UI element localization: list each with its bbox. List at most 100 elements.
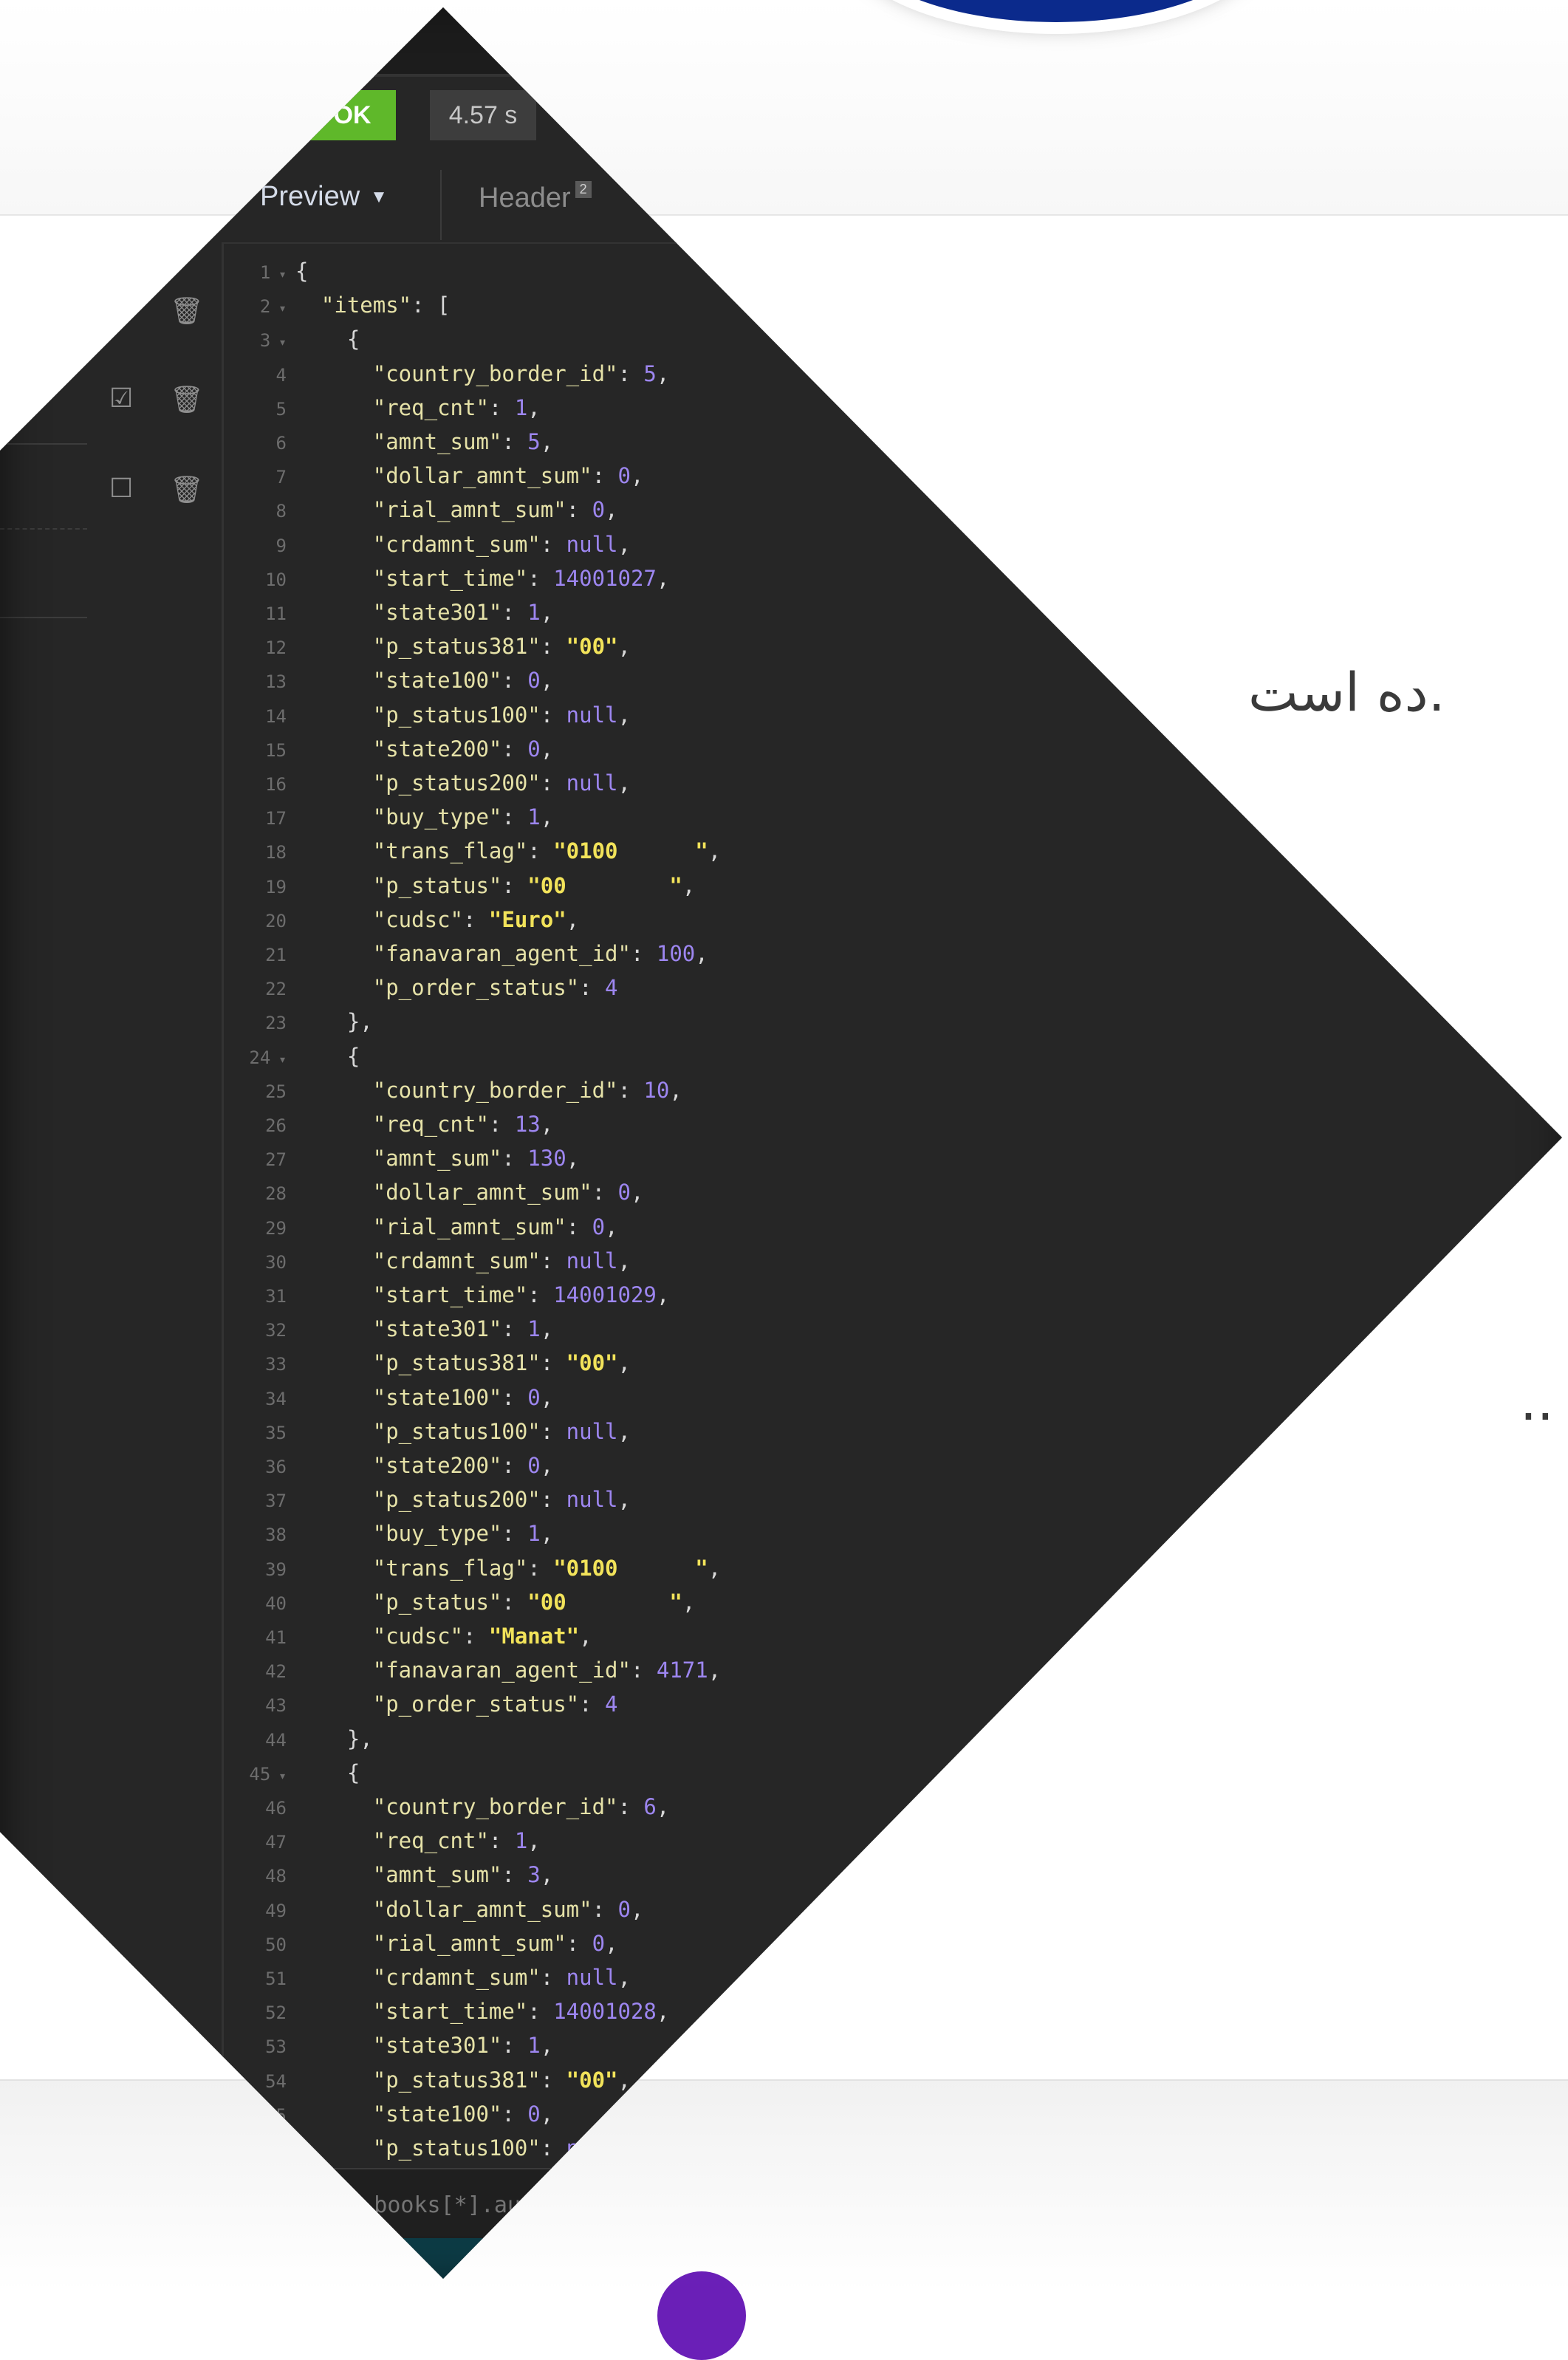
line-number: 50 xyxy=(265,1934,287,1955)
trash-icon[interactable]: 🗑 xyxy=(170,386,204,414)
line-number: 34 xyxy=(265,1388,287,1409)
line-number: 7 xyxy=(275,467,287,488)
code-line: 4 "country_border_id": 5, xyxy=(225,357,670,391)
code-text: "p_status381": "00", xyxy=(372,634,631,660)
code-text: { xyxy=(295,259,309,284)
code-line: 19 "p_status": "00 ", xyxy=(225,869,695,903)
line-number: 27 xyxy=(265,1149,287,1171)
code-text: "country_border_id": 10, xyxy=(372,1077,682,1103)
trash-icon[interactable]: 🗑 xyxy=(170,297,204,325)
code-line: 42 "fanavaran_agent_id": 4171, xyxy=(225,1653,721,1687)
line-number: 25 xyxy=(265,1081,287,1102)
line-number: 51 xyxy=(265,1969,287,1989)
code-line: 44 }, xyxy=(225,1722,373,1756)
tab-preview-label: Preview xyxy=(260,181,360,212)
list-divider xyxy=(0,617,87,618)
code-line: 52 "start_time": 14001028, xyxy=(225,1994,669,2028)
line-number: 14 xyxy=(265,705,287,727)
fold-arrow-icon[interactable]: ▾ xyxy=(270,335,287,350)
chevron-down-icon: ▼ xyxy=(370,187,388,207)
tab-divider xyxy=(440,170,442,240)
code-line: 46 "country_border_id": 6, xyxy=(225,1790,669,1824)
code-line: 11 "state301": 1, xyxy=(225,595,553,629)
line-number: 13 xyxy=(265,671,287,693)
list-divider xyxy=(0,355,87,356)
line-number: 2 ▾ xyxy=(259,296,287,318)
code-text: "dollar_amnt_sum": 0, xyxy=(372,1896,644,1922)
code-text: "country_border_id": 5, xyxy=(372,360,670,386)
code-line: 10 "start_time": 14001027, xyxy=(225,561,669,595)
page-header-band xyxy=(0,0,1568,216)
line-number: 19 xyxy=(265,876,287,897)
checked-checkbox-icon[interactable]: ☑ xyxy=(109,385,134,411)
json-response-editor[interactable]: 1 ▾{2 ▾ "items": [3 ▾ {4 "country_border… xyxy=(225,251,1562,2161)
unchecked-checkbox-icon[interactable]: ☐ xyxy=(109,475,134,502)
code-line: 37 "p_status200": null, xyxy=(225,1482,631,1516)
code-line: 8 "rial_amnt_sum": 0, xyxy=(225,493,618,527)
line-number: 35 xyxy=(265,1422,287,1443)
code-line: 40 "p_status": "00 ", xyxy=(225,1585,695,1619)
code-text: "req_cnt": 1, xyxy=(372,1828,541,1854)
checked-checkbox-icon[interactable]: ☑ xyxy=(109,296,134,323)
code-text: "p_order_status": 4 xyxy=(372,1692,618,1717)
line-number: 44 xyxy=(265,1729,287,1751)
line-number: 16 xyxy=(265,774,287,795)
code-line: 12 "p_status381": "00", xyxy=(225,629,631,663)
code-text: "p_status200": null, xyxy=(372,1487,631,1513)
code-line: 50 "rial_amnt_sum": 0, xyxy=(225,1926,617,1960)
code-text: "p_status200": null, xyxy=(372,770,631,796)
code-line: 2 ▾ "items": [ xyxy=(225,288,451,322)
code-line: 45 ▾ { xyxy=(225,1756,360,1790)
code-line: 3 ▾ { xyxy=(225,322,360,356)
line-number: 42 xyxy=(265,1661,287,1683)
code-text: "amnt_sum": 5, xyxy=(372,429,554,454)
tab-preview[interactable]: Preview ▼ xyxy=(260,181,388,213)
tab-header-label: Header xyxy=(479,182,571,213)
code-line: 18 "trans_flag": "0100 ", xyxy=(225,834,721,868)
line-number: 49 xyxy=(265,1900,287,1921)
line-number: 29 xyxy=(265,1217,287,1239)
code-text: { xyxy=(346,326,360,352)
line-number: 46 xyxy=(265,1798,287,1819)
code-text: "p_status100": null, xyxy=(372,1418,631,1444)
line-number: 48 xyxy=(265,1866,287,1887)
code-text: "state301": 1, xyxy=(372,2033,554,2059)
line-number: 32 xyxy=(265,1320,287,1341)
code-text: "amnt_sum": 130, xyxy=(372,1146,580,1172)
code-text: "p_order_status": 4 xyxy=(372,975,618,1001)
code-text: "start_time": 14001028, xyxy=(372,1999,670,2025)
line-number: 11 xyxy=(265,603,287,624)
code-line: 14 "p_status100": null, xyxy=(225,698,631,732)
tab-header[interactable]: Header 2 xyxy=(479,181,592,214)
line-number: 33 xyxy=(265,1354,287,1375)
line-number: 22 xyxy=(265,979,287,1000)
fold-arrow-icon[interactable]: ▾ xyxy=(270,1052,287,1067)
code-line: 6 "amnt_sum": 5, xyxy=(225,425,554,459)
line-number: 5 xyxy=(275,398,287,420)
trash-icon[interactable]: 🗑 xyxy=(170,476,204,504)
line-number: 43 xyxy=(265,1695,287,1717)
code-line: 16 "p_status200": null, xyxy=(225,766,631,800)
code-text: { xyxy=(346,1043,360,1069)
code-line: 5 "req_cnt": 1, xyxy=(225,391,541,425)
code-text: "p_status100": null, xyxy=(372,702,631,728)
code-text: "dollar_amnt_sum": 0, xyxy=(372,1180,644,1205)
fold-arrow-icon[interactable]: ▾ xyxy=(270,267,287,282)
code-line: 33 "p_status381": "00", xyxy=(225,1346,631,1380)
code-line: 36 "state200": 0, xyxy=(225,1449,553,1482)
code-line: 30 "crdamnt_sum": null, xyxy=(225,1244,631,1278)
list-divider xyxy=(0,528,87,530)
line-number: 8 xyxy=(275,501,287,522)
code-line: 7 "dollar_amnt_sum": 0, xyxy=(225,459,644,493)
code-line: 49 "dollar_amnt_sum": 0, xyxy=(225,1892,643,1926)
response-time-badge: 4.57 s xyxy=(430,90,536,140)
code-line: 1 ▾ { xyxy=(225,254,309,288)
fold-arrow-icon[interactable]: ▾ xyxy=(270,1768,287,1784)
code-text: "fanavaran_agent_id": 100, xyxy=(372,941,708,966)
code-text: { xyxy=(346,1759,360,1785)
code-line: 47 "req_cnt": 1, xyxy=(225,1824,541,1858)
code-line: 51 "crdamnt_sum": null, xyxy=(225,1960,631,1994)
fold-arrow-icon[interactable]: ▾ xyxy=(270,301,287,316)
line-number: 30 xyxy=(265,1251,287,1273)
line-number: 21 xyxy=(265,945,287,965)
